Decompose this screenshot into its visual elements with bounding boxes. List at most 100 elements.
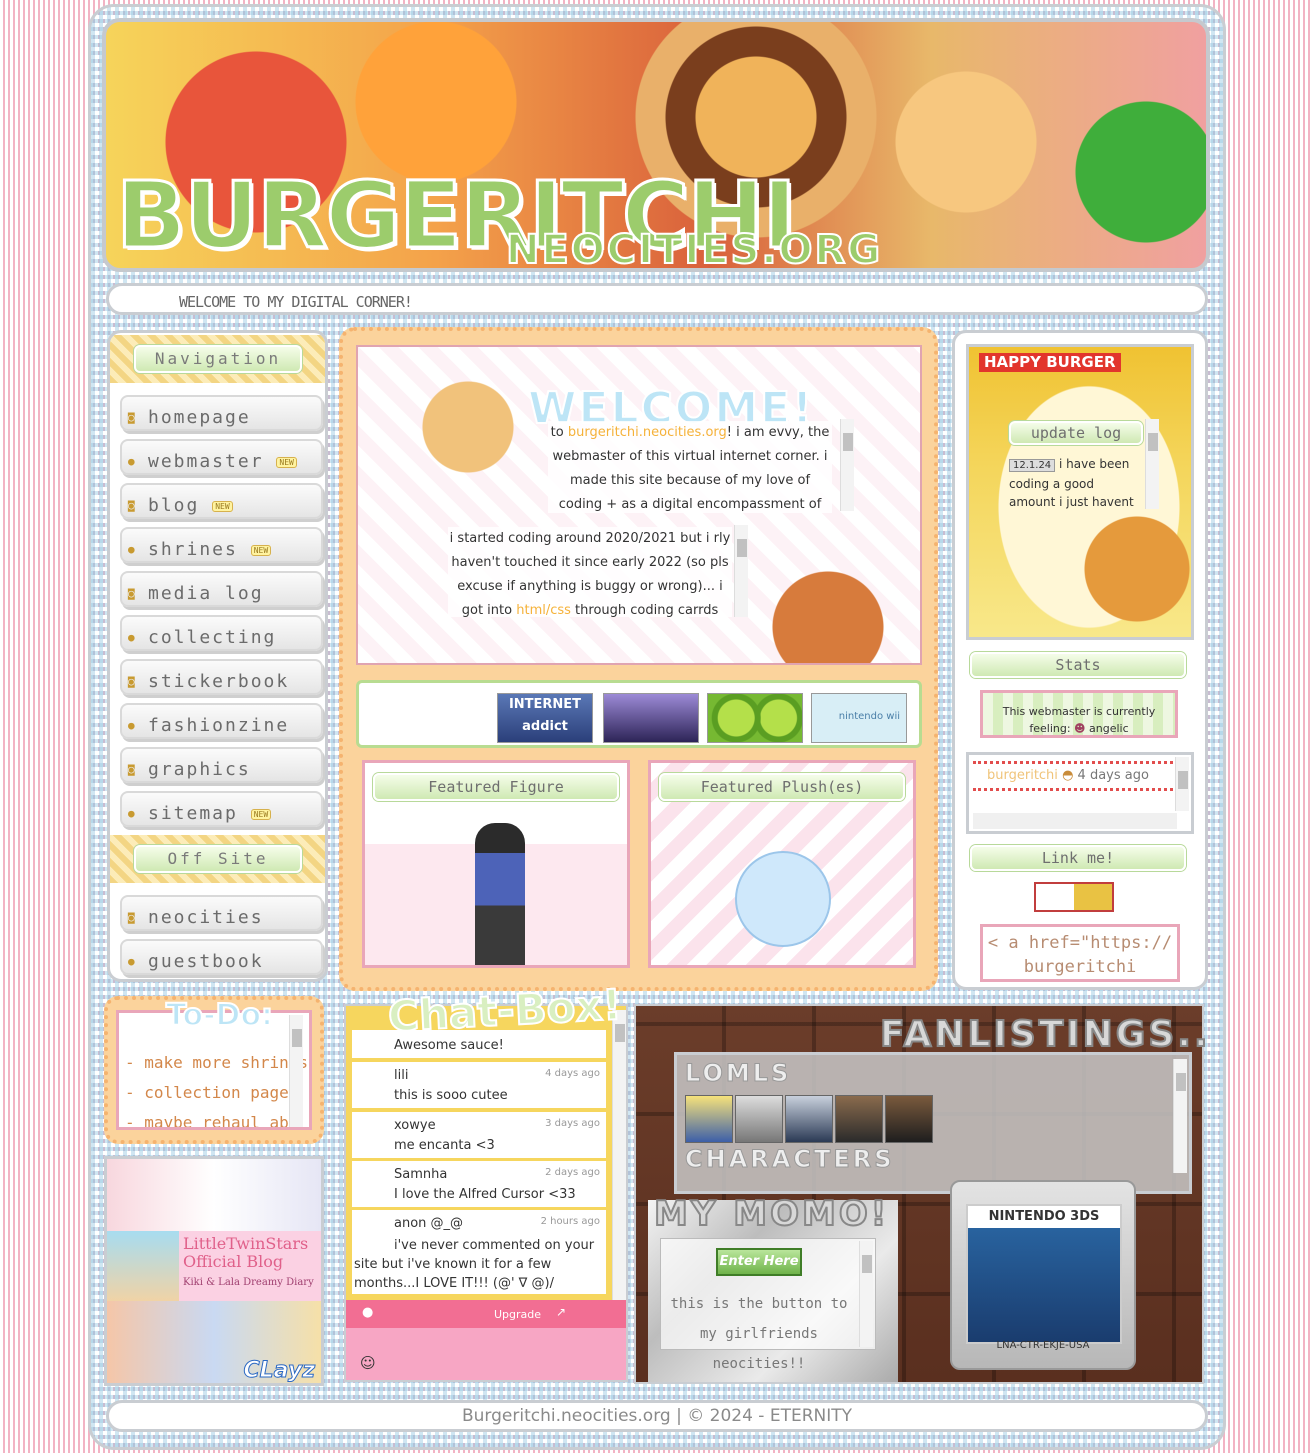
anime-button[interactable] [603, 693, 699, 743]
face-icon: ● [128, 455, 137, 468]
welcome-text-body: through coding carrds and [575, 603, 719, 617]
external-link-icon[interactable]: ↗ [556, 1305, 566, 1319]
face-icon: ● [128, 807, 137, 820]
fanlistings-box: LOMLS CHARACTERS [674, 1052, 1192, 1194]
chat-text: me encanta <3 [394, 1138, 495, 1153]
nav-heading: Navigation [110, 335, 325, 383]
cartridge-label: NINTENDO 3DS [966, 1204, 1122, 1344]
internet-addict-button[interactable]: INTERNET addict [497, 693, 593, 743]
enter-here-button[interactable]: Enter Here [716, 1248, 802, 1276]
nav-item-label: collecting [148, 627, 277, 648]
nav-item-media-log[interactable]: ◙ media log [120, 571, 323, 607]
todo-item: - maybe rehaul abt [125, 1113, 299, 1130]
todo-item: - collection page [125, 1083, 289, 1102]
linkme-title: Link me! [970, 845, 1186, 871]
welcome-text-pre: to [550, 425, 568, 440]
galge-ad[interactable] [107, 1159, 321, 1231]
update-log-title: update log [1009, 421, 1143, 445]
new-badge: NEW [212, 500, 233, 512]
happy-burger-panel: HAPPY BURGER update log 12.1.24 i have b… [966, 344, 1194, 640]
fan-button[interactable] [735, 1095, 783, 1143]
nav-item-label: graphics [148, 759, 251, 780]
htmlcss-link[interactable]: html/css [516, 603, 571, 617]
cat-icon: ◙ [128, 763, 137, 776]
cat-icon: ◙ [128, 587, 137, 600]
fan-button[interactable] [835, 1095, 883, 1143]
figure-image [475, 823, 525, 965]
nav-item-homepage[interactable]: ◙ homepage [120, 395, 323, 431]
nav-item-shrines[interactable]: ● shrines NEW [120, 527, 323, 563]
momo-scrollbar[interactable] [859, 1241, 873, 1347]
clayz-ad[interactable]: CLayz [107, 1301, 321, 1383]
nav-item-fashionzine[interactable]: ● fashionzine [120, 703, 323, 739]
fan-button[interactable] [685, 1095, 733, 1143]
fan-button[interactable] [885, 1095, 933, 1143]
nav-item-graphics[interactable]: ◙ graphics [120, 747, 323, 783]
nav-item-neocities[interactable]: ◙ neocities [120, 895, 323, 931]
welcome-scrollbar-2[interactable] [734, 525, 748, 617]
marquee-bar: WELCOME TO MY DIGITAL CORNER! [106, 283, 1208, 315]
todo-scrollbar[interactable] [289, 1015, 303, 1127]
chat-time: 2 hours ago [540, 1216, 600, 1227]
cat-icon: ◙ [128, 675, 137, 688]
marquee-text: WELCOME TO MY DIGITAL CORNER! [179, 293, 413, 311]
status-user[interactable]: burgeritchi [987, 768, 1058, 783]
status-hscroll[interactable] [973, 813, 1177, 829]
status-vscroll[interactable] [1175, 757, 1189, 811]
nav-item-stickerbook[interactable]: ◙ stickerbook [120, 659, 323, 695]
chat-time: 4 days ago [545, 1068, 600, 1079]
game-cover-ad[interactable] [107, 1231, 179, 1301]
welcome-scrollbar[interactable] [840, 419, 854, 511]
user-icon[interactable]: ● [362, 1305, 373, 1320]
nav-item-collecting[interactable]: ● collecting [120, 615, 323, 651]
face-icon: ● [128, 719, 137, 732]
upgrade-link[interactable]: Upgrade [494, 1308, 541, 1321]
chat-scrollbar[interactable] [612, 1010, 626, 1300]
offsite-heading: Off Site [110, 835, 325, 883]
link-code-box[interactable]: < a href="https:// burgeritchi [980, 924, 1180, 982]
welcome-text-top[interactable]: to burgeritchi.neocities.org! i am evvy,… [548, 421, 832, 513]
status-entry: burgeritchi ◓ 4 days ago [973, 761, 1173, 791]
chat-text: this is sooo cutee [394, 1088, 508, 1103]
cartridge-brand: NINTENDO 3DS [968, 1206, 1120, 1228]
emoji-icon[interactable]: ☺ [360, 1354, 376, 1372]
nav-item-guestbook[interactable]: ● guestbook [120, 939, 323, 975]
site-link[interactable]: burgeritchi.neocities.org [568, 425, 727, 440]
new-badge: NEW [276, 456, 297, 468]
kiwi-button[interactable] [707, 693, 803, 743]
status-time: 4 days ago [1077, 768, 1149, 783]
nintendo-wii-button[interactable]: nintendo wii [811, 693, 907, 743]
chat-author: anon @_@ [394, 1216, 464, 1231]
update-log-scrollbar[interactable] [1145, 419, 1159, 509]
stats-title: Stats [970, 652, 1186, 678]
nav-item-webmaster[interactable]: ● webmaster NEW [120, 439, 323, 475]
sidebar-nav: Navigation ◙ homepage ● webmaster NEW ◙ blo… [107, 330, 328, 982]
little-twin-stars-ad[interactable]: LittleTwinStars Official Blog Kiki & Lal… [179, 1231, 321, 1301]
cartridge-code: LNA-CTR-EKJE-USA [996, 1340, 1090, 1351]
nav-item-label: sitemap [148, 803, 238, 824]
todo-item: - make more shrines [125, 1053, 309, 1072]
site-button-88x31[interactable] [1034, 882, 1114, 912]
lomls-label: LOMLS [684, 1059, 792, 1088]
featured-plush: Featured Plush(es) [648, 760, 916, 968]
fan-button[interactable] [785, 1095, 833, 1143]
mood-value: angelic [1089, 722, 1129, 735]
happy-burger-title: HAPPY BURGER [979, 353, 1121, 372]
chat-time: 2 days ago [545, 1167, 600, 1178]
nav-item-sitemap[interactable]: ● sitemap NEW [120, 791, 323, 827]
chat-time: 3 days ago [545, 1118, 600, 1129]
fanlistings-scrollbar[interactable] [1173, 1059, 1187, 1173]
cat-icon: ◙ [128, 499, 137, 512]
characters-label: CHARACTERS [684, 1145, 895, 1174]
chat-input[interactable]: ☺ [346, 1328, 626, 1380]
nav-item-blog[interactable]: ◙ blog NEW [120, 483, 323, 519]
update-log-text[interactable]: 12.1.24 i have been coding a good amount… [1009, 455, 1143, 509]
nav-item-label: homepage [148, 407, 251, 428]
offsite-heading-label: Off Site [134, 845, 302, 873]
status-box: burgeritchi ◓ 4 days ago [966, 752, 1194, 834]
featured-figure: Featured Figure [362, 760, 630, 968]
nav-item-label: webmaster [148, 451, 264, 472]
welcome-text-bottom[interactable]: i started coding around 2020/2021 but i … [448, 527, 732, 617]
fanlistings-heading: FANLISTINGS.. [879, 1013, 1211, 1056]
mood-face-icon: ☻ [1074, 722, 1086, 735]
